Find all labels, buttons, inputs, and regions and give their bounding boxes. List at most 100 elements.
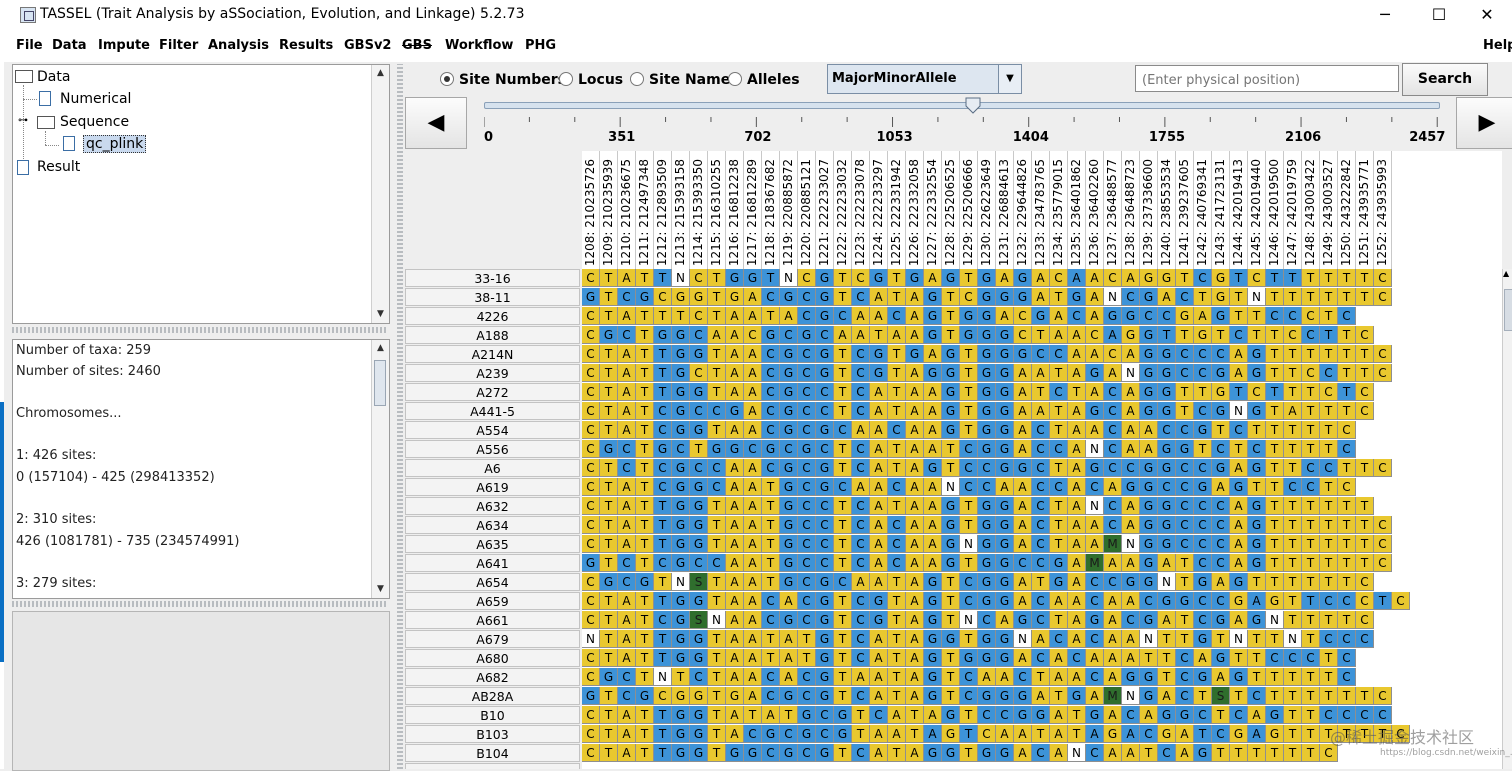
site-column-header[interactable]: 1229: 225206666 bbox=[960, 151, 978, 269]
genotype-cell[interactable]: A bbox=[1086, 725, 1104, 743]
genotype-cell[interactable]: T bbox=[600, 611, 618, 629]
genotype-cell[interactable]: A bbox=[1122, 497, 1140, 515]
genotype-cell[interactable]: G bbox=[1140, 516, 1158, 534]
genotype-cell[interactable]: A bbox=[1230, 516, 1248, 534]
genotype-cell[interactable]: C bbox=[1032, 744, 1050, 762]
genotype-cell[interactable]: A bbox=[1122, 725, 1140, 743]
genotype-cell[interactable]: C bbox=[888, 478, 906, 496]
taxon-label[interactable]: A661 bbox=[405, 611, 580, 629]
genotype-cell[interactable]: G bbox=[924, 288, 942, 306]
genotype-cell[interactable]: C bbox=[1338, 307, 1356, 325]
genotype-cell[interactable]: G bbox=[870, 364, 888, 382]
site-slider[interactable] bbox=[484, 102, 1440, 109]
genotype-cell[interactable]: C bbox=[1032, 516, 1050, 534]
genotype-cell[interactable]: C bbox=[1212, 497, 1230, 515]
genotype-cell[interactable]: C bbox=[1176, 516, 1194, 534]
genotype-cell[interactable]: T bbox=[1302, 687, 1320, 705]
site-column-header[interactable]: 1224: 222233297 bbox=[870, 151, 888, 269]
genotype-cell[interactable]: C bbox=[582, 326, 600, 344]
genotype-cell[interactable]: G bbox=[690, 687, 708, 705]
genotype-cell[interactable]: C bbox=[1374, 535, 1392, 553]
genotype-cell[interactable]: C bbox=[960, 592, 978, 610]
scroll-down-icon[interactable]: ▼ bbox=[372, 582, 389, 597]
genotype-cell[interactable]: C bbox=[1338, 706, 1356, 724]
genotype-cell[interactable]: T bbox=[600, 478, 618, 496]
genotype-cell[interactable]: A bbox=[1248, 725, 1266, 743]
genotype-cell[interactable]: G bbox=[942, 421, 960, 439]
taxon-label[interactable]: 33-16 bbox=[405, 269, 580, 287]
genotype-cell[interactable]: N bbox=[672, 573, 690, 591]
genotype-cell[interactable]: T bbox=[636, 725, 654, 743]
genotype-cell[interactable]: A bbox=[1104, 592, 1122, 610]
genotype-cell[interactable]: A bbox=[1086, 516, 1104, 534]
genotype-cell[interactable]: T bbox=[600, 364, 618, 382]
genotype-cell[interactable]: C bbox=[1248, 687, 1266, 705]
genotype-cell[interactable]: T bbox=[1248, 307, 1266, 325]
genotype-cell[interactable]: T bbox=[1320, 535, 1338, 553]
genotype-cell[interactable]: C bbox=[1302, 478, 1320, 496]
genotype-cell[interactable]: G bbox=[798, 440, 816, 458]
genotype-cell[interactable]: C bbox=[708, 554, 726, 572]
genotype-cell[interactable]: A bbox=[744, 630, 762, 648]
genotype-cell[interactable]: G bbox=[672, 687, 690, 705]
genotype-cell[interactable]: T bbox=[1320, 649, 1338, 667]
genotype-cell[interactable]: C bbox=[1212, 535, 1230, 553]
genotype-cell[interactable]: C bbox=[672, 440, 690, 458]
tree-item-result[interactable]: Result bbox=[37, 159, 80, 175]
genotype-cell[interactable]: T bbox=[600, 288, 618, 306]
genotype-cell[interactable]: A bbox=[1104, 326, 1122, 344]
genotype-cell[interactable]: G bbox=[1086, 402, 1104, 420]
genotype-cell[interactable]: A bbox=[996, 269, 1014, 287]
genotype-cell[interactable]: A bbox=[726, 573, 744, 591]
genotype-cell[interactable]: C bbox=[582, 478, 600, 496]
genotype-cell[interactable]: T bbox=[600, 383, 618, 401]
genotype-cell[interactable]: G bbox=[996, 516, 1014, 534]
genotype-cell[interactable]: T bbox=[654, 744, 672, 762]
genotype-cell[interactable]: C bbox=[888, 307, 906, 325]
genotype-cell[interactable]: A bbox=[996, 668, 1014, 686]
genotype-cell[interactable]: A bbox=[726, 307, 744, 325]
genotype-cell[interactable]: T bbox=[1230, 269, 1248, 287]
genotype-cell[interactable]: T bbox=[888, 573, 906, 591]
taxon-label[interactable]: A214N bbox=[405, 345, 580, 363]
genotype-cell[interactable]: T bbox=[960, 421, 978, 439]
genotype-cell[interactable]: C bbox=[888, 516, 906, 534]
genotype-cell[interactable]: T bbox=[834, 649, 852, 667]
genotype-cell[interactable]: T bbox=[600, 649, 618, 667]
taxon-label[interactable]: A679 bbox=[405, 630, 580, 648]
genotype-cell[interactable]: T bbox=[600, 554, 618, 572]
genotype-cell[interactable]: T bbox=[1212, 744, 1230, 762]
genotype-cell[interactable]: A bbox=[870, 288, 888, 306]
genotype-cell[interactable]: G bbox=[816, 269, 834, 287]
genotype-cell[interactable]: N bbox=[1284, 630, 1302, 648]
genotype-cell[interactable]: T bbox=[1266, 364, 1284, 382]
genotype-cell[interactable]: T bbox=[1320, 611, 1338, 629]
genotype-cell[interactable]: T bbox=[960, 706, 978, 724]
genotype-cell[interactable]: T bbox=[1338, 516, 1356, 534]
genotype-cell[interactable]: T bbox=[1356, 345, 1374, 363]
genotype-cell[interactable]: G bbox=[690, 535, 708, 553]
genotype-cell[interactable]: T bbox=[834, 364, 852, 382]
genotype-cell[interactable]: T bbox=[708, 668, 726, 686]
genotype-cell[interactable]: C bbox=[888, 421, 906, 439]
genotype-cell[interactable]: T bbox=[762, 630, 780, 648]
genotype-cell[interactable]: C bbox=[960, 573, 978, 591]
genotype-cell[interactable]: C bbox=[1248, 383, 1266, 401]
genotype-cell[interactable]: T bbox=[708, 535, 726, 553]
genotype-cell[interactable]: A bbox=[1014, 402, 1032, 420]
genotype-cell[interactable]: T bbox=[1176, 269, 1194, 287]
genotype-cell[interactable]: C bbox=[1320, 383, 1338, 401]
genotype-cell[interactable]: C bbox=[816, 326, 834, 344]
genotype-cell[interactable]: T bbox=[1266, 383, 1284, 401]
genotype-cell[interactable]: A bbox=[1104, 649, 1122, 667]
genotype-cell[interactable]: G bbox=[978, 269, 996, 287]
genotype-cell[interactable]: A bbox=[888, 326, 906, 344]
taxon-label[interactable]: B10 bbox=[405, 706, 580, 724]
genotype-cell[interactable]: T bbox=[1338, 288, 1356, 306]
genotype-cell[interactable]: T bbox=[1320, 307, 1338, 325]
genotype-cell[interactable]: T bbox=[654, 630, 672, 648]
site-column-header[interactable]: 1219: 220885872 bbox=[780, 151, 798, 269]
genotype-cell[interactable]: C bbox=[690, 459, 708, 477]
genotype-cell[interactable]: C bbox=[852, 630, 870, 648]
site-column-header[interactable]: 1217: 216812289 bbox=[744, 151, 762, 269]
